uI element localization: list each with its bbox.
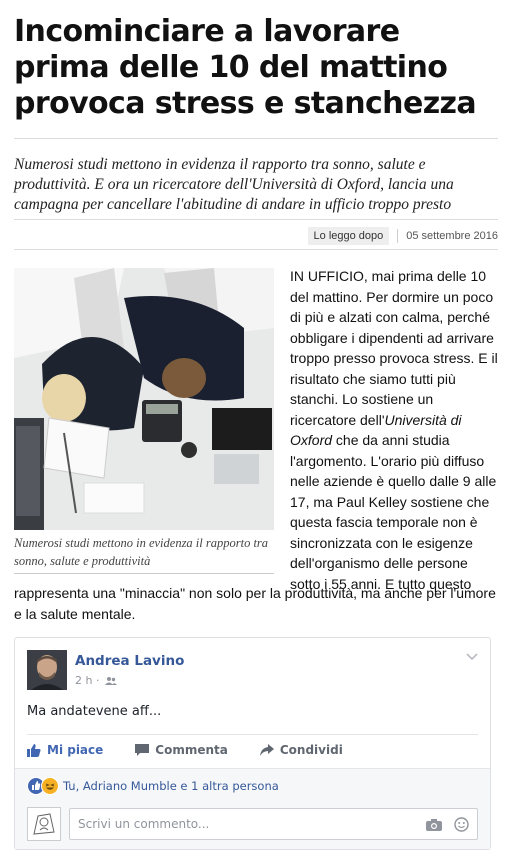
emoji-icon[interactable] xyxy=(454,816,469,832)
comment-composer: Scrivi un commento... xyxy=(27,807,478,841)
article-title: Incominciare a lavorare prima delle 10 d… xyxy=(14,14,477,121)
article-meta: Lo leggo dopo 05 settembre 2016 xyxy=(307,227,498,245)
post-text: Ma andatevene aff... xyxy=(27,704,162,719)
comment-icon xyxy=(135,743,150,756)
facebook-comment-embed: Andrea Lavino 2 h · Ma andatevene aff...… xyxy=(14,637,491,850)
avatar-portrait xyxy=(27,650,67,690)
reactions-text: Tu, Adriano Mumble e 1 altra persona xyxy=(63,779,279,793)
photo-caption: Numerosi studi mettono in evidenza il ra… xyxy=(14,536,269,568)
camera-icon[interactable] xyxy=(426,818,442,831)
title-divider xyxy=(14,138,498,139)
reactions-summary[interactable]: Tu, Adriano Mumble e 1 altra persona xyxy=(27,777,279,795)
comment-button[interactable]: Commenta xyxy=(135,743,228,757)
body-text-part2: che da anni studia l'argomento. L'orario… xyxy=(290,432,497,592)
article-photo xyxy=(14,268,274,530)
viewer-avatar xyxy=(27,807,61,841)
post-divider xyxy=(27,734,478,735)
like-label: Mi piace xyxy=(47,743,104,757)
article-date: 05 settembre 2016 xyxy=(406,230,498,242)
author-name[interactable]: Andrea Lavino xyxy=(75,653,184,669)
body-text-part1: IN UFFICIO, mai prima delle 10 del matti… xyxy=(290,268,498,428)
post-time-text: 2 h · xyxy=(75,674,100,687)
share-button[interactable]: Condividi xyxy=(259,743,343,757)
thumbs-up-icon xyxy=(27,744,41,757)
like-button[interactable]: Mi piace xyxy=(27,743,103,757)
article-body: IN UFFICIO, mai prima delle 10 del matti… xyxy=(290,266,502,594)
comment-input[interactable]: Scrivi un commento... xyxy=(69,808,478,840)
subtitle-divider xyxy=(14,219,498,220)
share-icon xyxy=(259,744,274,756)
article-subtitle: Numerosi studi mettono in evidenza il ra… xyxy=(14,156,454,213)
office-desk-illustration xyxy=(14,268,274,530)
friends-audience-icon[interactable] xyxy=(105,676,118,686)
chevron-down-icon[interactable] xyxy=(466,650,478,664)
author-avatar[interactable] xyxy=(27,650,67,690)
read-later-button[interactable]: Lo leggo dopo xyxy=(307,227,390,245)
comment-placeholder: Scrivi un commento... xyxy=(78,817,210,831)
post-time: 2 h · xyxy=(75,674,118,687)
sketch-avatar-image xyxy=(28,808,60,840)
share-label: Condividi xyxy=(279,743,343,757)
comment-label: Commenta xyxy=(155,743,228,757)
article-body-continued: rappresenta una "minaccia" non solo per … xyxy=(14,585,496,622)
caption-divider xyxy=(14,573,274,574)
comment-footer: Tu, Adriano Mumble e 1 altra persona Scr… xyxy=(15,768,490,849)
haha-reaction-icon xyxy=(41,777,59,795)
meta-separator xyxy=(397,229,399,243)
post-actions: Mi piace Commenta Condividi xyxy=(27,738,478,762)
meta-divider xyxy=(14,249,498,250)
